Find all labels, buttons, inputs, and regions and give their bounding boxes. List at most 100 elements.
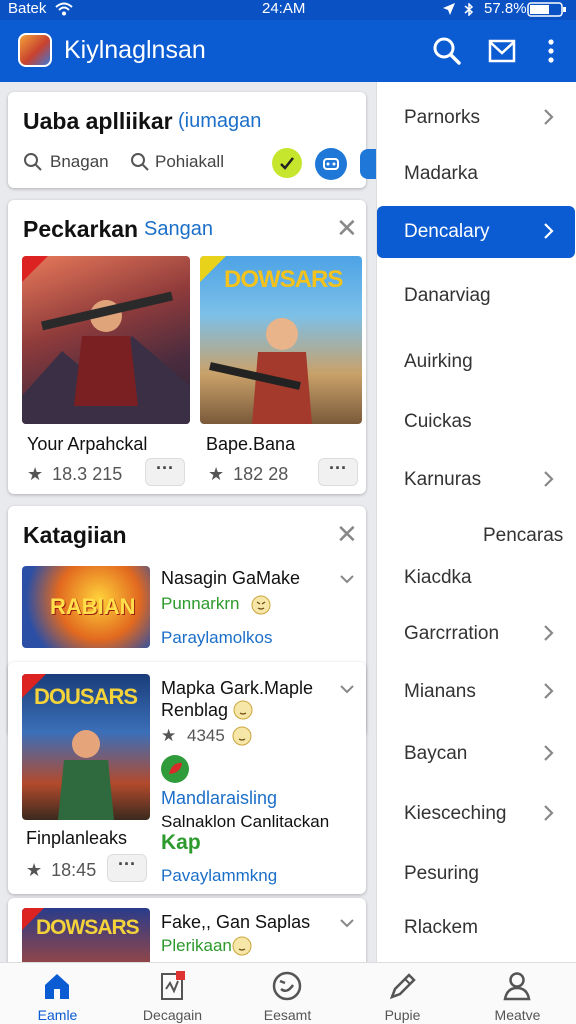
- star-icon: ★: [27, 464, 44, 484]
- game-thumbnail[interactable]: DOUSARS: [22, 674, 150, 820]
- nav-item-pupie[interactable]: Pupie: [345, 963, 460, 1024]
- search-card: Uaba aplliikar (iumagan Bnagan Pohiakall: [8, 92, 376, 188]
- last-card: DOWSARS Fake,, Gan Saplas Plerikaan: [8, 898, 366, 962]
- featured-subtitle: Sangan: [144, 218, 213, 240]
- item-title[interactable]: Fake,, Gan Saplas: [161, 912, 310, 933]
- sidebar-item[interactable]: Auirking: [377, 336, 576, 388]
- sidebar-item[interactable]: Parnorks: [377, 92, 576, 144]
- mail-icon[interactable]: [485, 34, 519, 68]
- sidebar-item[interactable]: Danarviag: [377, 270, 576, 322]
- sidebar-item[interactable]: Karnuras: [377, 454, 576, 506]
- sidebar-item-label: Mianans: [404, 681, 476, 702]
- chevron-right-icon: [544, 109, 554, 125]
- document-icon: [161, 971, 185, 1000]
- rating-value: 182 28: [233, 464, 289, 484]
- chip-label: Pohiakall: [155, 152, 224, 171]
- thumb-text: RABIAN: [50, 594, 136, 619]
- smiley-icon: [272, 971, 302, 1001]
- rating-value: 18.3 215: [52, 464, 123, 484]
- gamepad-icon[interactable]: [271, 147, 303, 179]
- nav-item-decagain[interactable]: Decagain: [115, 963, 230, 1024]
- chip-bnagan[interactable]: Bnagan: [23, 150, 123, 176]
- sidebar-item[interactable]: Dencalary: [377, 206, 575, 258]
- developer-label[interactable]: Mandlaraisling: [161, 788, 277, 809]
- sidebar-item-label: Parnorks: [404, 107, 481, 128]
- more-button[interactable]: ···: [145, 458, 185, 486]
- search-icon: [131, 153, 149, 171]
- emoji-icon: [233, 700, 253, 720]
- leaf-badge-icon: [161, 755, 189, 783]
- sidebar-item-label: Danarviag: [404, 285, 491, 306]
- sidebar-item-label: Cuickas: [404, 411, 472, 432]
- rating: ★ 18:45: [26, 860, 96, 881]
- detail-card: DOUSARS Mapka Gark.Maple Renblag ★ 4345 …: [8, 662, 366, 894]
- sidebar-item[interactable]: Garcrration: [377, 608, 576, 660]
- game-title[interactable]: Your Arpahckal: [27, 434, 147, 455]
- carrier-label: Batek: [8, 0, 47, 17]
- featured-card: Peckarkan Sangan ✕ Your Arpahckal ★ 18.3…: [8, 200, 366, 494]
- detail-title-line2[interactable]: Renblag: [161, 700, 228, 721]
- sidebar-item[interactable]: Mianans: [377, 666, 576, 718]
- chip-label: Bnagan: [50, 152, 109, 171]
- close-icon[interactable]: ✕: [336, 215, 358, 241]
- item-link[interactable]: Paraylamolkos: [161, 628, 273, 648]
- close-icon[interactable]: ✕: [336, 521, 358, 547]
- pen-icon: [389, 973, 416, 1000]
- game-thumbnail[interactable]: DOWSARS: [200, 256, 362, 424]
- nav-label: Pupie: [384, 1007, 421, 1023]
- sidebar-item[interactable]: Baycan: [377, 728, 576, 780]
- search-icon: [24, 153, 42, 171]
- action-label[interactable]: Kap: [161, 831, 201, 855]
- home-icon: [45, 974, 69, 999]
- sidebar-item-label: Garcrration: [404, 623, 500, 644]
- star-icon: ★: [161, 726, 177, 745]
- more-vert-icon[interactable]: [534, 34, 568, 68]
- sidebar-item-label: Karnuras: [404, 469, 482, 490]
- game-thumbnail[interactable]: [22, 256, 190, 424]
- game-title[interactable]: Bape.Bana: [206, 434, 295, 455]
- sidebar-item-label: Dencalary: [404, 221, 490, 242]
- chevron-right-icon: [544, 805, 554, 821]
- detail-title-line1[interactable]: Mapka Gark.Maple: [161, 678, 313, 699]
- overflow-icon: [360, 149, 376, 179]
- sidebar-menu: Parnorks Madarka Dencalary Danarviag Auirkin…: [376, 82, 576, 962]
- sidebar-item-label: Rlackem: [404, 917, 478, 938]
- sidebar-item[interactable]: Rlackem: [377, 902, 576, 954]
- nav-label: Decagain: [142, 1007, 203, 1023]
- nav-item-home[interactable]: Eamle: [0, 963, 115, 1024]
- sidebar-item-label: Baycan: [404, 743, 468, 764]
- app-bar: Kiylnaglnsan: [0, 20, 576, 82]
- item-title[interactable]: Nasagin GaMake: [161, 568, 300, 589]
- search-icon[interactable]: [430, 34, 464, 68]
- battery-icon: [527, 2, 566, 17]
- rating: ★ 18.3 215: [27, 464, 122, 485]
- game-thumbnail[interactable]: DOWSARS: [22, 908, 150, 962]
- nav-item-meatve[interactable]: Meatve: [460, 963, 575, 1024]
- emoji-icon: [251, 595, 271, 615]
- sidebar-item[interactable]: Kiacdka: [377, 552, 576, 604]
- sidebar-item-label: Pesuring: [404, 863, 479, 884]
- chevron-down-icon[interactable]: [338, 680, 356, 698]
- detail-name[interactable]: Finplanleaks: [26, 828, 127, 849]
- rating: ★ 4345: [161, 726, 225, 746]
- chevron-down-icon[interactable]: [338, 570, 356, 588]
- more-button[interactable]: ···: [318, 458, 358, 486]
- sidebar-item[interactable]: Cuickas: [377, 396, 576, 448]
- nav-item-eesamt[interactable]: Eesamt: [230, 963, 345, 1024]
- status-bar: Batek 24:AM 57.8%: [0, 0, 576, 20]
- sidebar-item[interactable]: Kiesceching: [377, 788, 576, 840]
- chevron-right-icon: [544, 471, 554, 487]
- search-card-title: Uaba aplliikar: [23, 108, 173, 134]
- game-thumbnail[interactable]: RABIAN: [22, 566, 150, 648]
- sidebar-item-label: Auirking: [404, 351, 473, 372]
- chip-pohiakall[interactable]: Pohiakall: [130, 150, 260, 176]
- rating-value: 4345: [186, 726, 225, 745]
- detail-link[interactable]: Pavaylammkng: [161, 866, 277, 886]
- nav-label: Meatve: [494, 1007, 541, 1023]
- battery-percent: 57.8%: [484, 0, 527, 17]
- chevron-down-icon[interactable]: [338, 914, 356, 932]
- sidebar-item[interactable]: Madarka: [377, 148, 576, 200]
- robot-icon[interactable]: [314, 147, 348, 181]
- more-button[interactable]: ···: [107, 854, 147, 882]
- sidebar-item[interactable]: Pesuring: [377, 848, 576, 900]
